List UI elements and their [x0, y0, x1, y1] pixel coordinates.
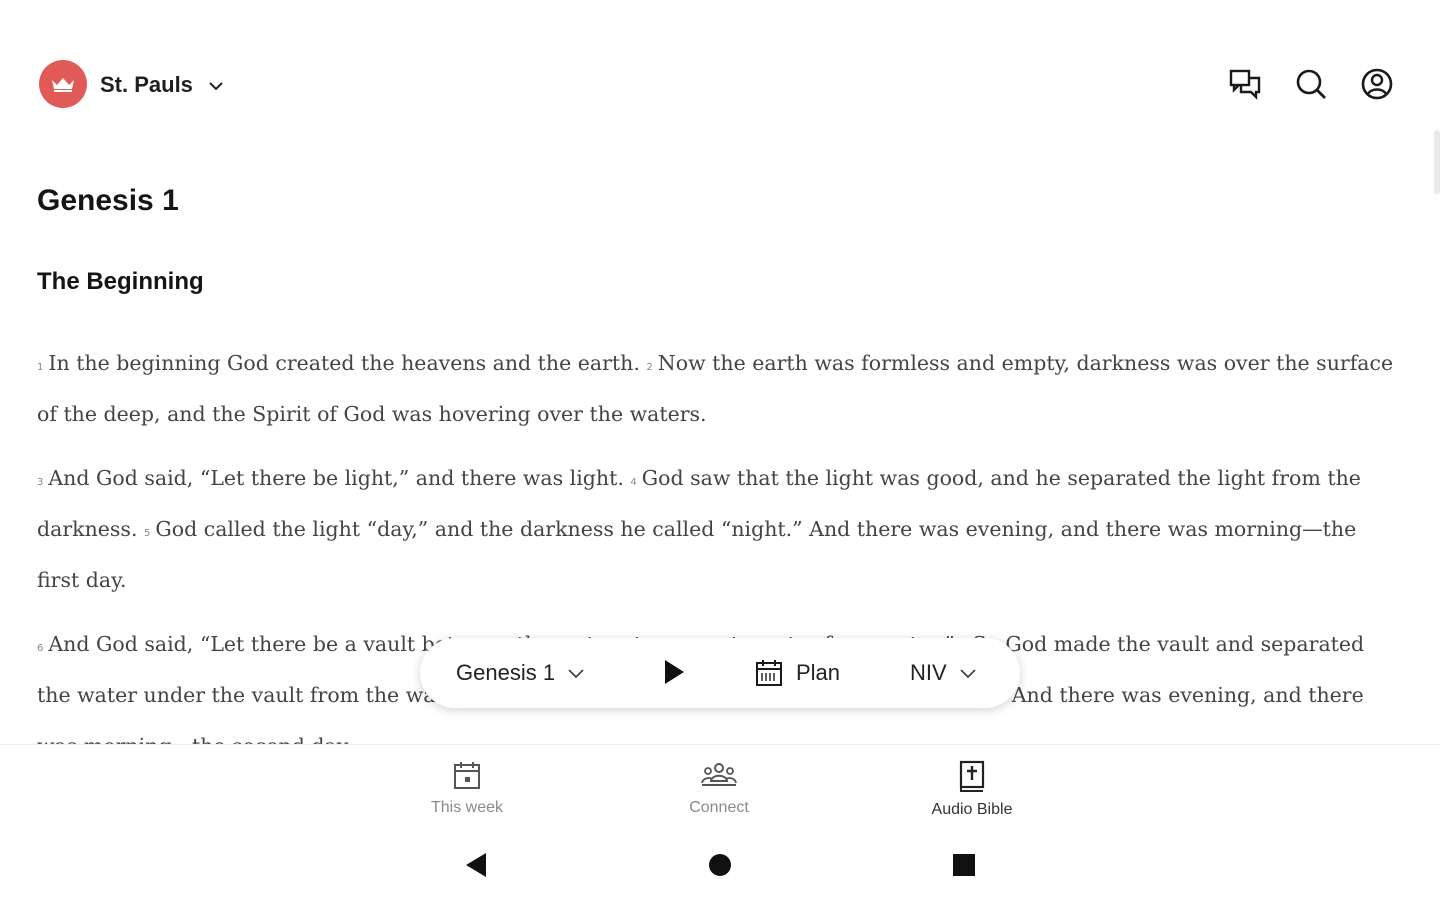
chapter-title: Genesis 1: [37, 184, 179, 217]
scrollbar-thumb[interactable]: [1434, 130, 1440, 194]
bottom-nav: This week Connect Audio Bible: [0, 744, 1440, 829]
chevron-down-icon: [960, 669, 976, 679]
calendar-week-icon: [454, 762, 480, 789]
church-logo[interactable]: [39, 60, 87, 108]
nav-this-week[interactable]: This week: [397, 759, 537, 817]
search-button[interactable]: [1293, 66, 1329, 102]
play-icon: [665, 660, 684, 684]
chapter-selector[interactable]: Genesis 1: [456, 660, 587, 686]
search-icon: [1296, 69, 1326, 99]
recents-icon[interactable]: [952, 852, 976, 878]
account-button[interactable]: [1359, 66, 1395, 102]
chat-icon: [1229, 69, 1261, 100]
chat-button[interactable]: [1227, 66, 1263, 102]
chapter-selector-label: Genesis 1: [456, 660, 556, 685]
chevron-down-icon: [568, 669, 584, 679]
nav-connect[interactable]: Connect: [649, 759, 789, 817]
app-header: St. Pauls: [0, 0, 1440, 194]
verse-number[interactable]: 1: [37, 362, 43, 373]
verse-text[interactable]: In the beginning God created the heavens…: [48, 351, 640, 375]
nav-label: Connect: [689, 799, 749, 816]
paragraph-2: 3 And God said, “Let there be light,” and…: [37, 455, 1403, 603]
plan-button[interactable]: Plan: [754, 658, 840, 688]
back-icon[interactable]: [464, 852, 488, 878]
calendar-icon: [756, 660, 782, 686]
verse-number[interactable]: 2: [646, 362, 652, 373]
verse-number[interactable]: 4: [630, 477, 636, 488]
plan-label: Plan: [796, 660, 841, 685]
nav-audio-bible[interactable]: Audio Bible: [902, 759, 1042, 819]
audio-bible-icon: [959, 760, 985, 792]
verse-text[interactable]: God called the light “day,” and the dark…: [37, 517, 1356, 592]
nav-label: Audio Bible: [931, 801, 1013, 818]
scripture-passage: 1 In the beginning God created the heaven…: [37, 340, 1403, 787]
verse-number[interactable]: 6: [37, 643, 43, 654]
verse-number[interactable]: 5: [144, 528, 150, 539]
version-label: NIV: [910, 660, 947, 685]
paragraph-1: 1 In the beginning God created the heaven…: [37, 340, 1403, 437]
reader-toolbar: Genesis 1 Plan NIV: [420, 638, 1020, 708]
nav-label: This week: [430, 799, 504, 816]
system-nav-bar: [0, 830, 1440, 900]
version-selector[interactable]: NIV: [910, 660, 979, 686]
verse-text[interactable]: And God said, “Let there be light,” and …: [48, 466, 624, 490]
chevron-down-icon[interactable]: [206, 76, 226, 96]
home-icon[interactable]: [708, 852, 732, 878]
people-icon: [701, 763, 737, 786]
play-button[interactable]: [662, 658, 686, 686]
crown-icon: [52, 78, 74, 92]
church-name[interactable]: St. Pauls: [100, 72, 193, 98]
section-title: The Beginning: [37, 268, 204, 295]
account-icon: [1361, 68, 1393, 100]
verse-number[interactable]: 3: [37, 477, 43, 488]
